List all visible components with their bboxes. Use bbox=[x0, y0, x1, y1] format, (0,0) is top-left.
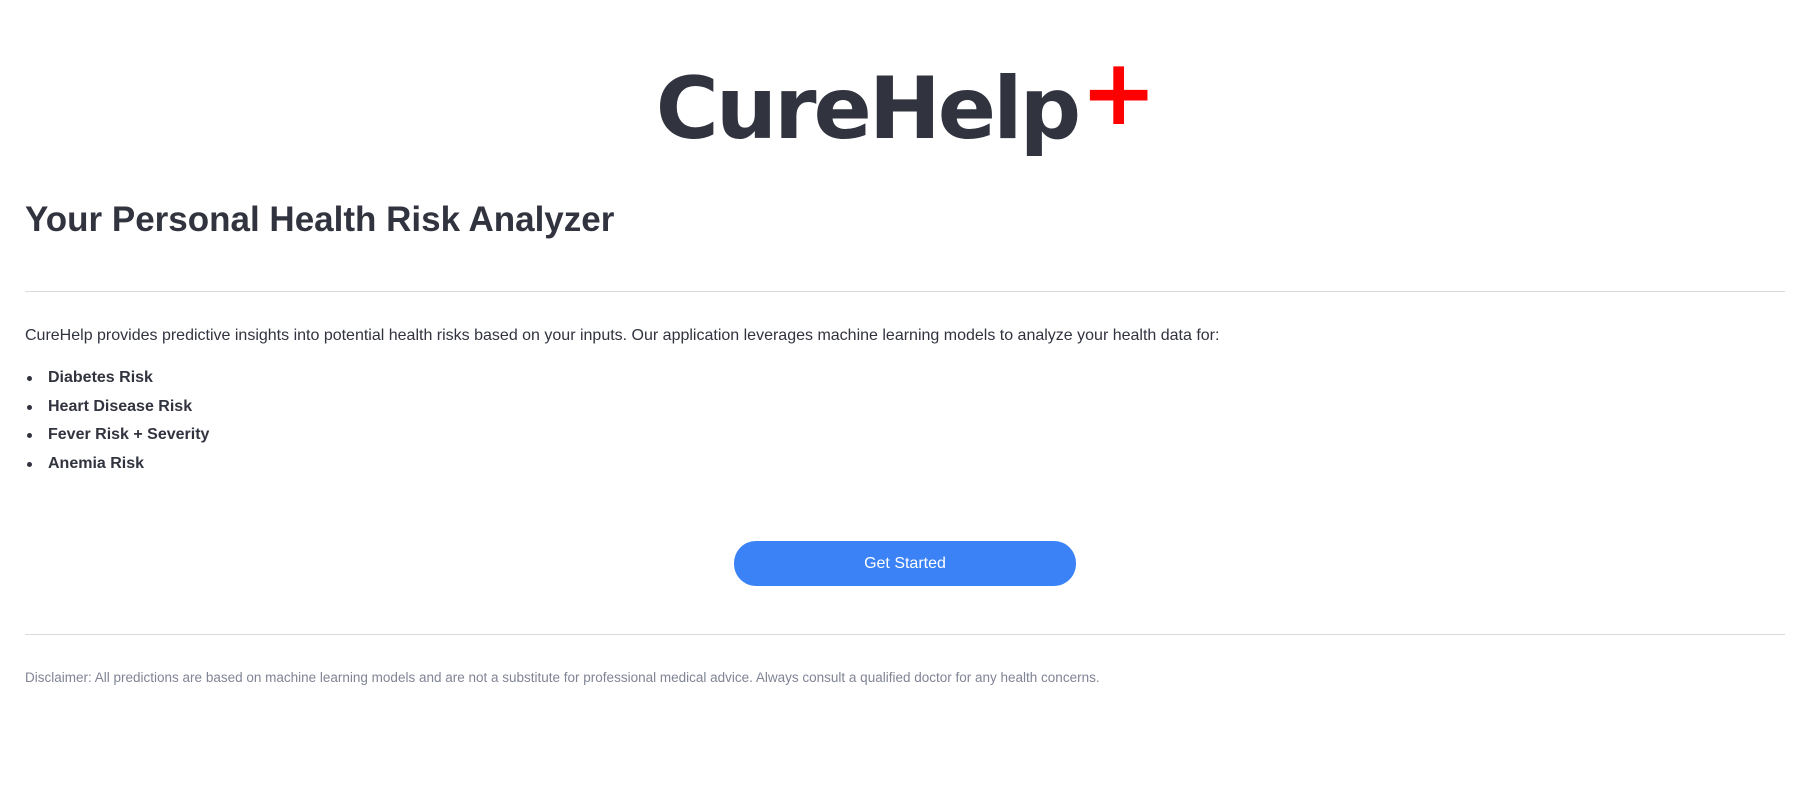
get-started-button[interactable]: Get Started bbox=[734, 541, 1076, 586]
risk-label: Diabetes Risk bbox=[48, 369, 153, 386]
list-item: Diabetes Risk bbox=[25, 366, 209, 395]
disclaimer-text: Disclaimer: All predictions are based on… bbox=[25, 670, 1100, 685]
logo-text: CureHelp bbox=[655, 59, 1081, 159]
risk-label: Heart Disease Risk bbox=[48, 397, 193, 415]
bullet-icon bbox=[27, 462, 32, 468]
bottom-divider bbox=[25, 634, 1785, 635]
list-item: Anemia Risk bbox=[25, 452, 209, 481]
risk-label: Fever Risk + Severity bbox=[48, 426, 210, 444]
list-item: Fever Risk + Severity bbox=[25, 423, 209, 452]
list-item: Heart Disease Risk bbox=[25, 395, 209, 424]
bullet-icon bbox=[27, 404, 32, 410]
app-logo: CureHelp+ bbox=[25, 39, 1785, 164]
intro-text: CureHelp provides predictive insights in… bbox=[25, 327, 1220, 344]
top-divider bbox=[25, 291, 1785, 292]
bullet-icon bbox=[27, 376, 32, 381]
bullet-icon bbox=[27, 433, 32, 439]
medical-cross-icon: + bbox=[1080, 39, 1157, 146]
main-content: CureHelp+ Your Personal Health Risk Anal… bbox=[25, 0, 1785, 797]
risk-list: Diabetes Risk Heart Disease Risk Fever R… bbox=[25, 366, 209, 481]
page-title: Your Personal Health Risk Analyzer bbox=[25, 200, 615, 239]
risk-label: Anemia Risk bbox=[48, 455, 145, 473]
